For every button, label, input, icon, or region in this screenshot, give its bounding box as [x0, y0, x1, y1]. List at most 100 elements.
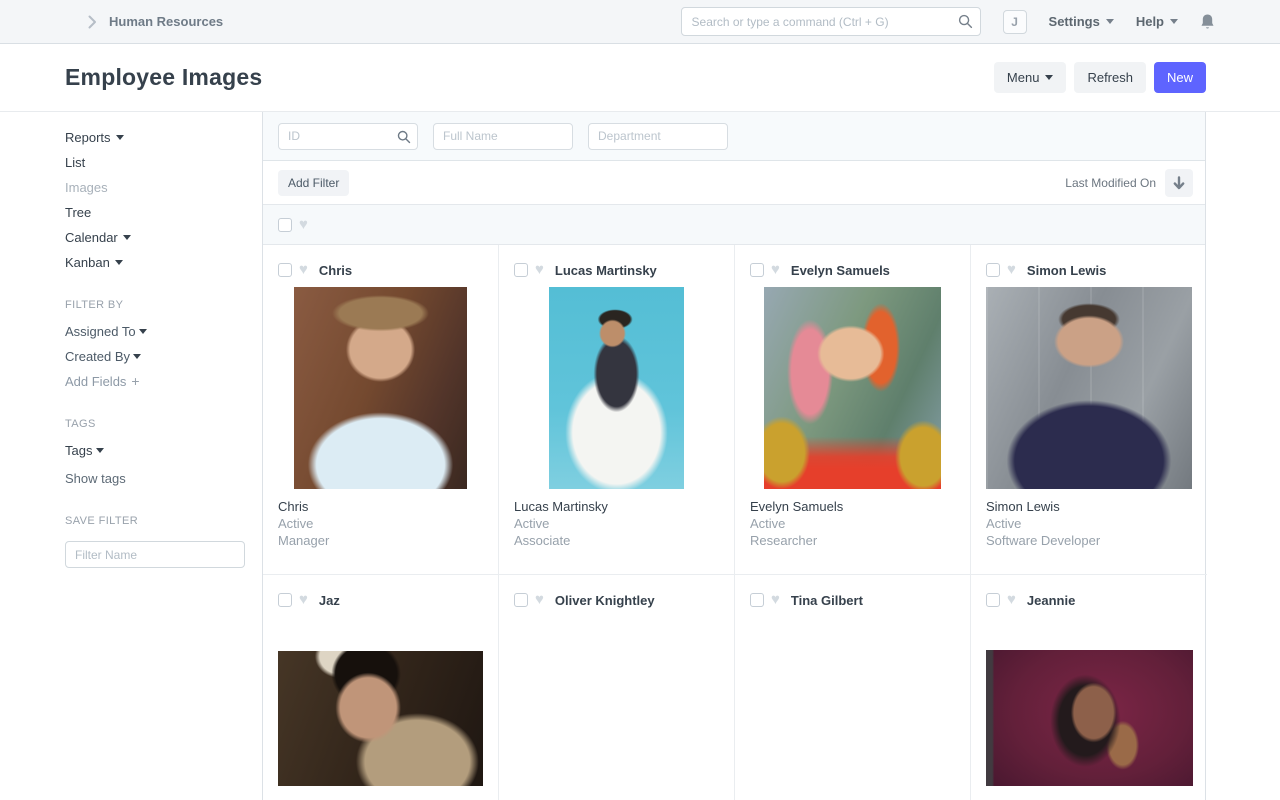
- department-filter: [588, 123, 728, 150]
- card-checkbox[interactable]: [514, 263, 528, 277]
- menu-button[interactable]: Menu: [994, 62, 1067, 93]
- like-heart-icon[interactable]: ♥: [535, 593, 544, 607]
- add-fields-button[interactable]: Add Fields+: [65, 375, 245, 388]
- employee-photo[interactable]: [986, 287, 1192, 489]
- new-button-label: New: [1167, 70, 1193, 85]
- filter-by-heading: FILTER BY: [65, 299, 245, 311]
- sidebar-item-label: Reports: [65, 131, 111, 144]
- sidebar-item-reports[interactable]: Reports: [65, 131, 245, 144]
- image-box: [514, 287, 719, 489]
- refresh-button[interactable]: Refresh: [1074, 62, 1146, 93]
- employee-photo[interactable]: [278, 651, 483, 786]
- refresh-button-label: Refresh: [1087, 70, 1133, 85]
- global-search: [681, 7, 981, 36]
- card-title[interactable]: Tina Gilbert: [791, 593, 863, 608]
- card-title[interactable]: Simon Lewis: [1027, 263, 1106, 278]
- sidebar-item-calendar[interactable]: Calendar: [65, 231, 245, 244]
- tags-heading: TAGS: [65, 418, 245, 430]
- image-box: [514, 617, 719, 800]
- card-checkbox[interactable]: [278, 263, 292, 277]
- help-label: Help: [1136, 14, 1164, 29]
- employee-card: ♥ Lucas Martinsky Lucas Martinsky Active…: [499, 245, 735, 575]
- list-sidebar: Reports List Images Tree Calendar Kanban…: [0, 112, 262, 800]
- select-all-checkbox[interactable]: [278, 218, 292, 232]
- breadcrumb-module[interactable]: Human Resources: [109, 14, 223, 29]
- card-footer: Chris Active Manager: [278, 498, 483, 549]
- department-filter-input[interactable]: [588, 123, 728, 150]
- card-title[interactable]: Oliver Knightley: [555, 593, 655, 608]
- standard-filter-bar: [263, 112, 1205, 161]
- settings-label: Settings: [1049, 14, 1100, 29]
- tags-label: Tags: [65, 444, 92, 457]
- card-title[interactable]: Jaz: [319, 593, 340, 608]
- card-checkbox[interactable]: [750, 593, 764, 607]
- global-search-input[interactable]: [681, 7, 981, 36]
- created-by-filter[interactable]: Created By: [65, 350, 245, 363]
- bell-icon[interactable]: [1200, 13, 1215, 30]
- card-title[interactable]: Chris: [319, 263, 352, 278]
- card-title[interactable]: Lucas Martinsky: [555, 263, 657, 278]
- employee-photo[interactable]: [986, 650, 1193, 786]
- card-checkbox[interactable]: [986, 263, 1000, 277]
- employee-card: ♥ Simon Lewis Simon Lewis Active Softwar…: [971, 245, 1207, 575]
- card-designation: Researcher: [750, 532, 955, 549]
- like-heart-icon[interactable]: ♥: [299, 263, 308, 277]
- card-footer: Lucas Martinsky Active Associate: [514, 498, 719, 549]
- image-box: [986, 617, 1192, 800]
- filter-sort-row: Add Filter Last Modified On: [263, 161, 1205, 205]
- add-filter-button[interactable]: Add Filter: [278, 170, 349, 196]
- caret-down-icon: [139, 329, 147, 338]
- card-checkbox[interactable]: [986, 593, 1000, 607]
- show-tags-toggle[interactable]: Show tags: [65, 472, 245, 485]
- card-designation: Software Developer: [986, 532, 1192, 549]
- employee-card: ♥ Tina Gilbert: [735, 575, 971, 800]
- sort-by-selector[interactable]: Last Modified On: [1065, 176, 1156, 190]
- breadcrumb[interactable]: Human Resources: [88, 14, 223, 29]
- sort-direction-button[interactable]: [1165, 169, 1193, 197]
- employee-photo[interactable]: [549, 287, 684, 489]
- image-box: [278, 617, 483, 800]
- assigned-to-filter[interactable]: Assigned To: [65, 325, 245, 338]
- settings-menu[interactable]: Settings: [1049, 14, 1114, 29]
- card-status: Active: [750, 515, 955, 532]
- card-checkbox[interactable]: [278, 593, 292, 607]
- card-name: Evelyn Samuels: [750, 498, 955, 515]
- show-tags-label: Show tags: [65, 472, 126, 485]
- menu-button-label: Menu: [1007, 70, 1040, 85]
- sidebar-item-kanban[interactable]: Kanban: [65, 256, 245, 269]
- full-name-filter-input[interactable]: [433, 123, 573, 150]
- like-heart-icon[interactable]: ♥: [299, 593, 308, 607]
- filter-name-input[interactable]: [65, 541, 245, 568]
- help-menu[interactable]: Help: [1136, 14, 1178, 29]
- like-heart-icon[interactable]: ♥: [1007, 263, 1016, 277]
- like-filter-heart-icon[interactable]: ♥: [299, 218, 308, 232]
- like-heart-icon[interactable]: ♥: [535, 263, 544, 277]
- id-filter: [278, 123, 418, 150]
- card-title[interactable]: Evelyn Samuels: [791, 263, 890, 278]
- user-avatar[interactable]: J: [1003, 10, 1027, 34]
- caret-down-icon: [116, 135, 124, 144]
- employee-photo[interactable]: [294, 287, 467, 489]
- new-button[interactable]: New: [1154, 62, 1206, 93]
- like-heart-icon[interactable]: ♥: [771, 593, 780, 607]
- card-title[interactable]: Jeannie: [1027, 593, 1075, 608]
- sidebar-item-list[interactable]: List: [65, 156, 245, 169]
- sort-descending-icon: [1173, 176, 1185, 190]
- card-checkbox[interactable]: [750, 263, 764, 277]
- employee-card: ♥ Oliver Knightley: [499, 575, 735, 800]
- navbar: Human Resources J Settings Help: [0, 0, 1280, 44]
- tags-filter[interactable]: Tags: [65, 444, 245, 457]
- like-heart-icon[interactable]: ♥: [1007, 593, 1016, 607]
- employee-card: ♥ Chris Chris Active Manager: [263, 245, 499, 575]
- employee-photo[interactable]: [764, 287, 941, 489]
- sidebar-item-tree[interactable]: Tree: [65, 206, 245, 219]
- employee-photo[interactable]: [549, 617, 684, 800]
- chevron-right-icon: [88, 15, 97, 29]
- like-heart-icon[interactable]: ♥: [771, 263, 780, 277]
- image-box: [750, 617, 955, 800]
- full-name-filter: [433, 123, 573, 150]
- employee-photo[interactable]: [751, 651, 954, 786]
- card-checkbox[interactable]: [514, 593, 528, 607]
- sidebar-item-label: Images: [65, 181, 108, 194]
- card-footer: Simon Lewis Active Software Developer: [986, 498, 1192, 549]
